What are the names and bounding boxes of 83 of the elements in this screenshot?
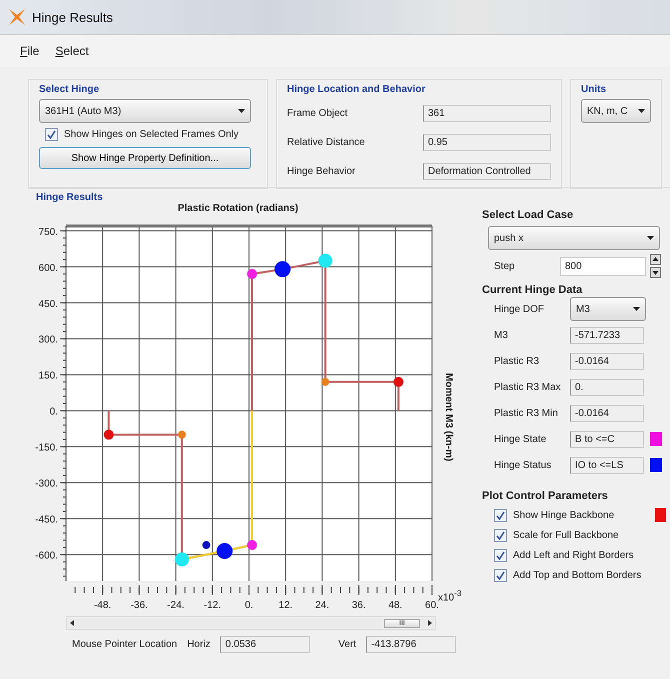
app-icon [8, 8, 26, 26]
y-tick-label: -450. [35, 514, 58, 526]
readonly-field: 0.95 [423, 134, 551, 151]
x-tick-label: 24. [315, 600, 330, 611]
step-label: Step [494, 260, 516, 272]
y-tick-label: 300. [38, 334, 58, 346]
checkbox[interactable] [494, 528, 507, 542]
y-axis-label: Moment M3 (kn-m) [442, 373, 454, 462]
dof-dropdown[interactable]: M3 [570, 297, 646, 321]
y-tick-label: -150. [35, 442, 58, 454]
field-label: Hinge Status [494, 460, 552, 470]
readonly-field: IO to <=LS [570, 456, 644, 474]
step-down-icon[interactable] [650, 267, 661, 278]
section-title: Plot Control Parameters [482, 490, 609, 502]
field-label: M3 [494, 330, 509, 340]
field-label: Hinge State [494, 434, 548, 444]
step-field[interactable]: 800 [560, 256, 646, 276]
x-tick-label: 60. [425, 600, 439, 611]
field-label: Plastic R3 [494, 356, 540, 366]
caret-icon [638, 109, 645, 113]
readonly-field: B to <=C [570, 430, 644, 448]
x-tick-label: -48. [94, 600, 112, 611]
field-label: Frame Object [287, 108, 349, 119]
load-case-dropdown[interactable]: push x [488, 226, 660, 250]
units-dropdown[interactable]: KN, m, C [581, 99, 651, 123]
group-title: Hinge Location and Behavior [287, 84, 426, 95]
checkbox-label: Show Hinge Backbone [513, 510, 616, 520]
y-tick-label: 0. [50, 406, 58, 418]
x-tick-label: -36. [130, 600, 148, 611]
readonly-field: -0.0164 [570, 404, 644, 422]
x-tick-label: 48. [388, 600, 402, 611]
section-title: Current Hinge Data [482, 284, 584, 296]
x-tick-label: 12. [278, 600, 293, 611]
group-title: Select Hinge [39, 84, 100, 95]
readonly-field: -0.0164 [570, 352, 644, 370]
show-definition-button[interactable]: Show Hinge Property Definition... [39, 147, 251, 169]
caret-icon [647, 236, 654, 240]
checkbox-label: Show Hinges on Selected Frames Only [64, 129, 239, 140]
caret-icon [238, 109, 245, 113]
checkbox[interactable] [494, 508, 507, 522]
field-label: Relative Distance [287, 137, 366, 148]
x-tick-label: 0. [244, 600, 254, 611]
x-tick-label: -12. [204, 600, 222, 611]
menu-item[interactable]: Select [55, 44, 89, 58]
window-title: Hinge Results [32, 10, 113, 24]
y-tick-label: -600. [35, 550, 58, 562]
x-tick-label: -24. [167, 600, 184, 611]
checkbox-label: Scale for Full Backbone [513, 530, 620, 540]
chart-title: Plastic Rotation (radians) [176, 203, 300, 214]
hinge-dropdown[interactable]: 361H1 (Auto M3) [39, 99, 251, 123]
group-title: Hinge Results [36, 192, 104, 203]
group-title: Units [581, 84, 607, 95]
x-axis-unit: x10$^{-3}$ [438, 588, 462, 604]
scroll-left-icon[interactable] [70, 620, 74, 626]
checkbox-label: Add Left and Right Borders [513, 550, 635, 560]
menu-item[interactable]: File [20, 44, 40, 58]
checkbox-label: Add Top and Bottom Borders [513, 570, 642, 580]
readonly-field: Deformation Controlled [423, 163, 551, 180]
mouse-location-label: Mouse Pointer Location [72, 639, 178, 650]
field-label: Plastic R3 Max [494, 382, 562, 392]
vert-label: Vert [338, 639, 356, 650]
readonly-field: 361 [423, 105, 551, 122]
readonly-field: -571.7233 [570, 326, 644, 344]
scroll-right-icon[interactable] [428, 620, 432, 626]
x-tick-label: 36. [352, 600, 366, 611]
field-label: Hinge Behavior [287, 166, 356, 177]
readonly-field: 0. [570, 378, 644, 396]
y-tick-label: 750. [38, 226, 58, 238]
field-label: Plastic R3 Min [494, 408, 559, 418]
step-up-icon[interactable] [650, 254, 661, 265]
checkbox[interactable] [494, 568, 507, 582]
y-tick-label: 150. [38, 370, 58, 382]
y-tick-label: -300. [35, 478, 58, 490]
horiz-field: 0.0536 [220, 636, 310, 653]
field-label: Hinge DOF [494, 304, 546, 314]
checkbox[interactable] [45, 128, 58, 141]
checkbox[interactable] [494, 548, 507, 562]
vert-field: -413.8796 [366, 636, 456, 653]
caret-icon [633, 307, 640, 311]
y-tick-label: 600. [38, 262, 58, 274]
section-title: Select Load Case [482, 209, 574, 221]
horiz-label: Horiz [187, 639, 210, 650]
y-tick-label: 450. [38, 298, 58, 310]
